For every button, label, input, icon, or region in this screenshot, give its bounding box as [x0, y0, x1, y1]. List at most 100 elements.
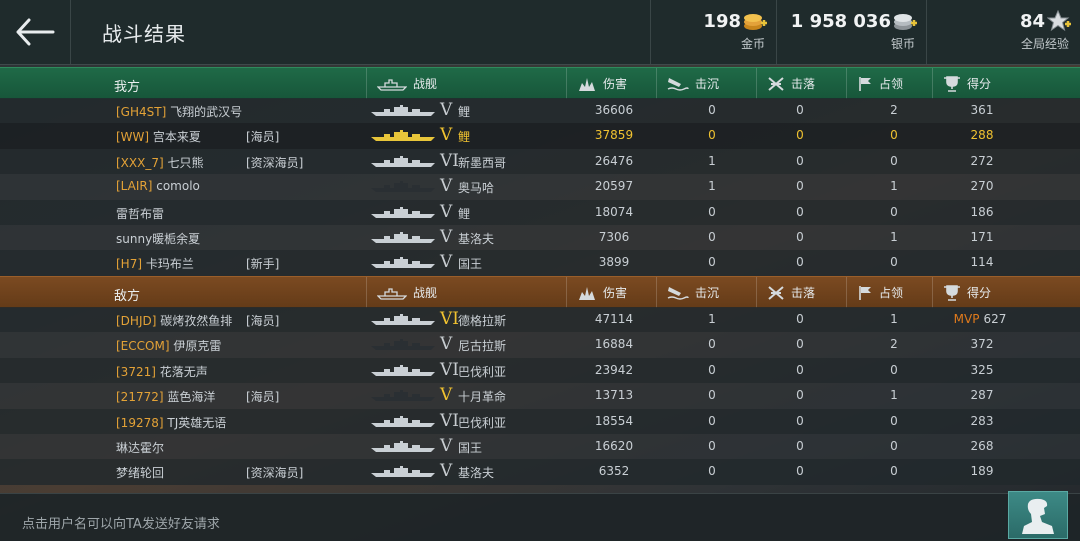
xp-balance[interactable]: 84 全局经验	[926, 0, 1080, 64]
ship-tier: VI	[440, 150, 459, 171]
player-name[interactable]: 雷哲布雷	[116, 205, 164, 222]
stat-score: 361	[950, 103, 1010, 117]
player-nickname: 卡玛布兰	[142, 257, 194, 272]
player-name[interactable]: [ECCOM] 伊原克雷	[116, 337, 221, 354]
col-ship-label: 战舰	[413, 286, 438, 300]
trophy-icon	[944, 75, 960, 92]
clan-tag: [3721]	[116, 364, 156, 379]
stat-score: 270	[950, 179, 1010, 193]
player-row: 雷哲布雷 V 鲤 18074 0 0 0 186	[0, 199, 1080, 225]
ship-silhouette	[370, 364, 436, 380]
player-nickname: 伊原克雷	[169, 339, 222, 354]
player-name[interactable]: 琳达霍尔	[116, 439, 164, 456]
player-name[interactable]: sunny暖栀余夏	[116, 230, 200, 247]
ship-silhouette-icon	[371, 466, 435, 478]
player-name[interactable]: [H7] 卡玛布兰	[116, 255, 194, 272]
ship-silhouette-icon	[371, 232, 435, 243]
stat-shotdown: 0	[796, 337, 804, 352]
back-arrow-icon	[16, 18, 55, 46]
plane-shotdown-icon	[768, 76, 784, 91]
ship-tier: V	[440, 176, 453, 197]
captain-button[interactable]	[1008, 491, 1068, 539]
player-name[interactable]: [GH4ST] 飞翔的武汉号	[116, 103, 242, 120]
clan-tag: [19278]	[116, 415, 164, 430]
stat-damage: 16620	[594, 439, 634, 453]
ship-name: 尼古拉斯	[458, 339, 507, 354]
stat-shotdown: 0	[796, 179, 804, 194]
player-name[interactable]: [WW] 宫本来夏	[116, 128, 201, 145]
player-row: [ECCOM] 伊原克雷 V 尼古拉斯 16884 0 0 2 372	[0, 332, 1080, 358]
clan-tag: [XXX_7]	[116, 155, 164, 170]
damage-burst-icon	[579, 286, 595, 300]
gold-label: 金币	[740, 37, 765, 51]
score-value: 270	[970, 179, 994, 194]
player-name[interactable]: [LAIR] comolo	[116, 179, 200, 193]
xp-stars-icon	[1047, 10, 1071, 32]
rank-badge: [海员]	[246, 390, 280, 405]
capture-flag-icon	[859, 76, 871, 91]
score-value: 283	[970, 413, 994, 428]
ship-tier: V	[440, 252, 453, 273]
player-name[interactable]: [XXX_7] 七只熊	[116, 154, 204, 171]
player-row: [3721] 花落无声 VI 巴伐利亚 23942 0 0 0 325	[0, 357, 1080, 384]
stat-score: 114	[950, 255, 1010, 269]
score-value: 288	[970, 128, 994, 143]
stat-capture: 0	[890, 255, 898, 270]
player-name[interactable]: [21772] 蓝色海洋	[116, 388, 215, 405]
stat-score: 268	[950, 439, 1010, 453]
stat-score: 325	[950, 363, 1010, 377]
stat-shotdown: 0	[796, 204, 804, 219]
player-row: [LAIR] comolo V 奥马哈 20597 1 0 1 270	[0, 174, 1080, 200]
col-damage-label: 伤害	[603, 77, 628, 91]
stat-damage: 7306	[598, 230, 630, 244]
gold-balance[interactable]: 198 金币	[650, 0, 777, 64]
stat-score: 171	[950, 230, 1010, 244]
player-row: sunny暖栀余夏 V 基洛夫 7306 0 0 1 171	[0, 225, 1080, 251]
page-title: 战斗结果	[102, 22, 186, 46]
silver-balance[interactable]: 1 958 036 银币	[776, 0, 927, 64]
player-row: [H7] 卡玛布兰 [新手] V 国王 3899 0 0 0 114	[0, 250, 1080, 276]
ship-silhouette	[370, 129, 436, 145]
clan-tag: [21772]	[116, 390, 164, 405]
col-score: 得分	[932, 68, 1080, 99]
score-value: 627	[983, 312, 1007, 326]
stat-shotdown: 0	[796, 312, 804, 326]
player-name[interactable]: [19278] TJ英雄无语	[116, 414, 226, 431]
stat-shotdown: 0	[796, 362, 804, 377]
ship-silhouette	[370, 465, 436, 481]
back-button[interactable]	[0, 0, 71, 64]
stat-capture: 1	[890, 230, 898, 244]
ship-name: 新墨西哥	[458, 155, 507, 170]
ship-tier: V	[440, 436, 453, 456]
clan-tag: [GH4ST]	[116, 105, 167, 119]
col-sunk: 击沉	[656, 277, 757, 308]
col-shotdown: 击落	[756, 277, 847, 308]
stat-sunk: 1	[708, 179, 716, 194]
ship-tier: V	[440, 385, 453, 406]
ship-tier: V	[440, 100, 453, 120]
player-name[interactable]: [3721] 花落无声	[116, 363, 208, 380]
ship-silhouette-icon	[371, 314, 435, 325]
player-nickname: sunny暖栀余夏	[116, 232, 201, 246]
ship-tier: V	[440, 201, 453, 222]
ship-silhouette-icon	[371, 364, 435, 376]
ship-silhouette	[370, 180, 436, 196]
stat-score: MVP 627	[950, 312, 1010, 326]
stat-sunk: 0	[708, 388, 716, 403]
player-name[interactable]: 梦绪轮回	[116, 464, 164, 481]
ship-silhouette-icon	[371, 390, 435, 402]
player-name[interactable]: [DHJD] 碳烤孜然鱼排	[116, 312, 232, 329]
ship-silhouette-icon	[371, 257, 435, 269]
ship-silhouette-icon	[371, 441, 435, 452]
stat-sunk: 1	[708, 153, 716, 168]
rank-badge: [资深海员]	[246, 466, 304, 481]
ship-silhouette	[370, 389, 436, 405]
stat-damage: 36606	[594, 103, 634, 117]
ship-tier: VI	[440, 309, 459, 329]
friend-request-hint: 点击用户名可以向TA发送好友请求	[22, 517, 220, 532]
gold-value: 198	[703, 11, 741, 32]
ship-name: 十月革命	[458, 390, 507, 405]
ship-tier: VI	[440, 359, 459, 380]
ship-silhouette	[370, 256, 436, 272]
ally-header: 我方 战舰 伤害 击沉 击落 占领 得分	[0, 67, 1080, 99]
